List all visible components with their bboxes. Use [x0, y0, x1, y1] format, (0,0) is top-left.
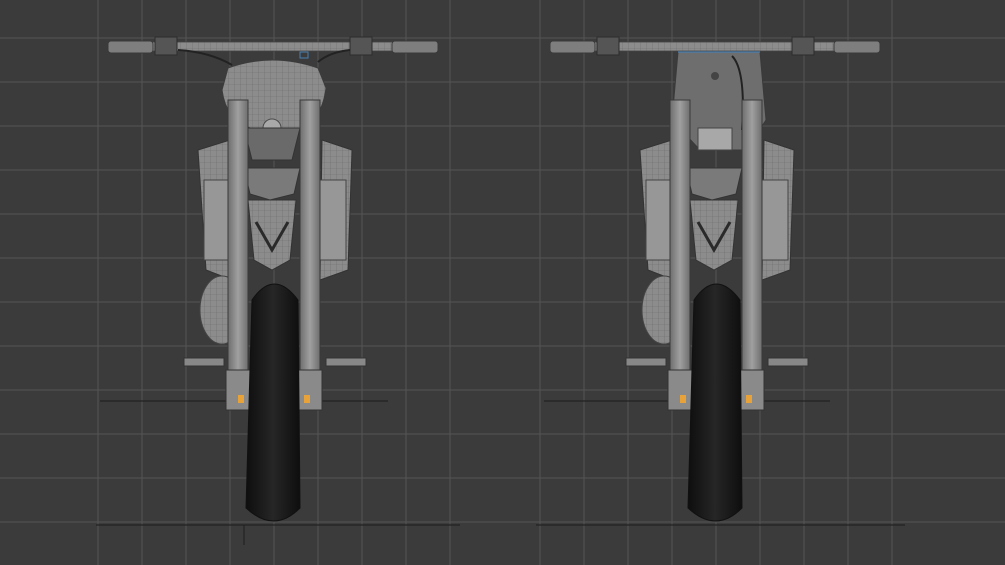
front-fender	[685, 167, 743, 271]
front-tire	[245, 283, 301, 522]
front-tire	[687, 283, 743, 522]
front-fender	[243, 167, 301, 271]
motorcycle-front-view-left[interactable]	[0, 0, 502, 565]
motorcycle-front-view-right[interactable]	[502, 0, 1005, 565]
3d-viewport[interactable]	[0, 0, 1005, 565]
